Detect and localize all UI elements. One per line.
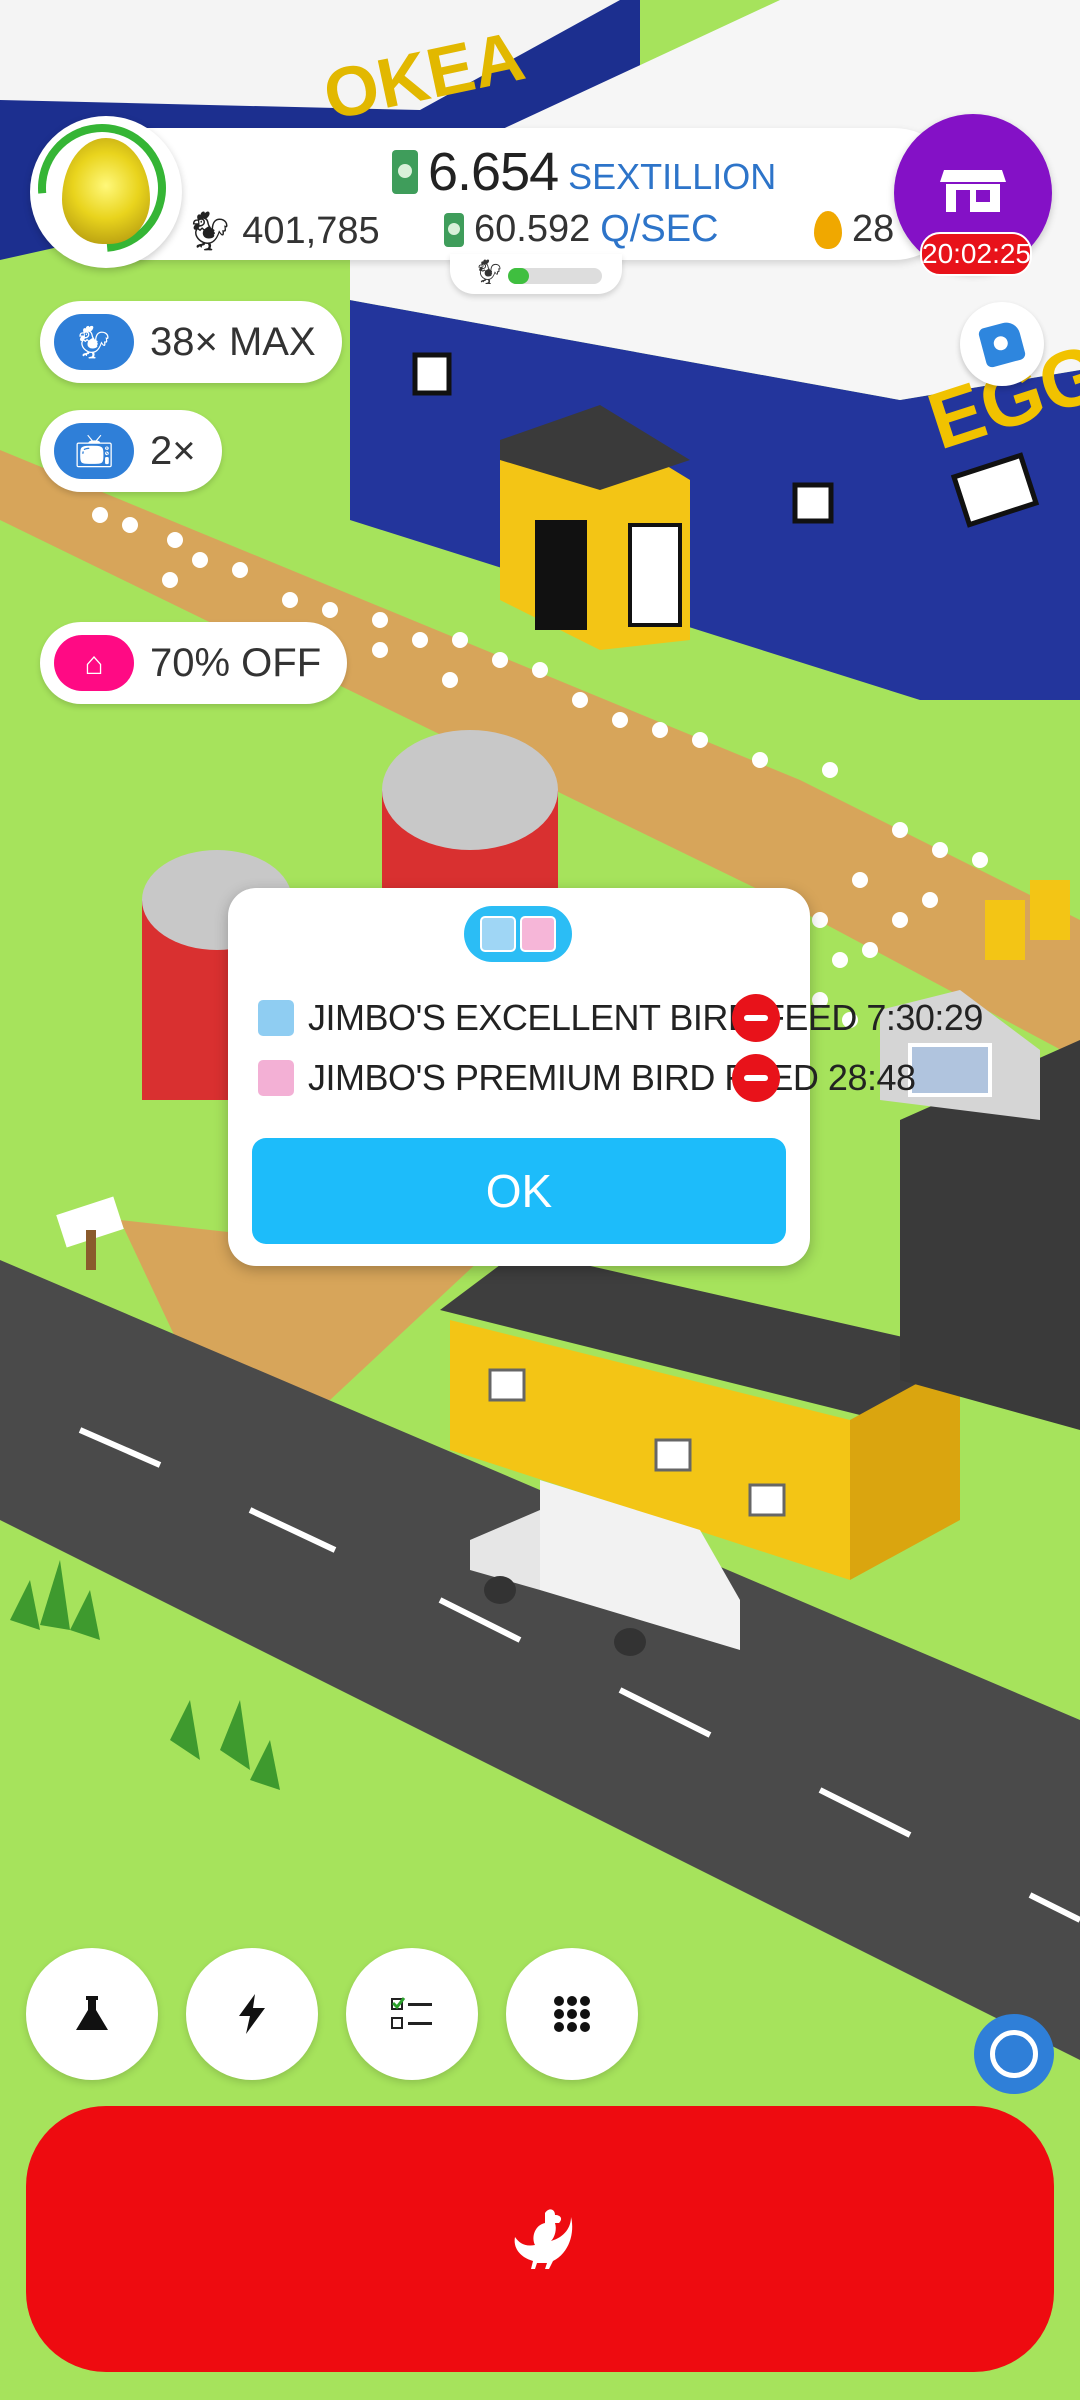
chicken-count: 401,785 — [242, 210, 380, 252]
house-icon: ⌂ — [54, 635, 134, 691]
feed-bag-blue-icon — [480, 916, 516, 952]
shop-timer: 20:02:25 — [920, 232, 1032, 276]
chicken-icon: 🐓︎ — [186, 210, 235, 253]
money-display: 6.654 SEXTILLION — [392, 140, 776, 204]
missions-button[interactable] — [346, 1948, 478, 2080]
cash-icon — [392, 150, 418, 194]
habitat-progress-track — [508, 268, 602, 284]
boost-pill-label: 70% OFF — [150, 640, 322, 685]
feed-bag-blue-icon — [258, 1000, 294, 1036]
lightning-icon — [239, 1994, 265, 2034]
chicken-icon: 🐓︎ — [474, 259, 505, 286]
boost-bags-icon — [464, 906, 572, 962]
camera-toggle-button[interactable] — [974, 2014, 1054, 2094]
boost-pill-video[interactable]: 📺︎ 2× — [40, 410, 222, 492]
habitat-progress-tab[interactable]: 🐓︎ — [450, 254, 622, 294]
menu-button[interactable] — [506, 1948, 638, 2080]
boost-row: JIMBO'S EXCELLENT BIRD FEED 7:30:29 — [258, 994, 983, 1042]
chicken-icon — [514, 2209, 573, 2269]
golden-egg-display[interactable]: 28 — [814, 208, 894, 251]
boost-pill-label: 2× — [150, 428, 196, 473]
ok-button[interactable]: OK — [252, 1138, 786, 1244]
money-value: 6.654 — [428, 142, 559, 202]
rate-value: 60.592 — [474, 208, 591, 250]
money-unit: SEXTILLION — [568, 156, 777, 197]
checklist-icon — [391, 1997, 432, 2029]
sale-tag-button[interactable] — [960, 302, 1044, 386]
grid-menu-icon — [554, 1996, 590, 2032]
price-tag-icon — [977, 319, 1027, 369]
remove-boost-button[interactable] — [732, 1054, 780, 1102]
hatch-chicken-button[interactable] — [26, 2106, 1054, 2372]
egg-type-button[interactable] — [11, 97, 193, 279]
chicken-count-display: 🐓︎ 401,785 — [186, 210, 380, 253]
remove-boost-button[interactable] — [732, 994, 780, 1042]
feed-bag-pink-icon — [258, 1060, 294, 1096]
boost-pill-chicken[interactable]: 🐓︎ 38× MAX — [40, 301, 342, 383]
boost-pill-sale[interactable]: ⌂ 70% OFF — [40, 622, 348, 704]
boost-pill-label: 38× MAX — [150, 319, 316, 364]
habitat-progress-fill — [508, 268, 529, 284]
boost-label: JIMBO'S PREMIUM BIRD FEED 28:48 — [308, 1057, 916, 1098]
feed-bag-pink-icon — [520, 916, 556, 952]
golden-egg-count: 28 — [852, 208, 895, 250]
income-rate: 60.592 Q/SEC — [444, 208, 718, 251]
boosts-button[interactable] — [186, 1948, 318, 2080]
research-button[interactable] — [26, 1948, 158, 2080]
rate-unit: Q/SEC — [600, 208, 719, 250]
flask-icon — [76, 1996, 108, 2030]
chicken-icon: 🐓︎ — [54, 314, 134, 370]
golden-egg-icon — [814, 210, 842, 249]
tv-icon: 📺︎ — [54, 423, 134, 479]
store-icon — [940, 170, 1006, 212]
cash-icon — [444, 212, 464, 247]
boost-label: JIMBO'S EXCELLENT BIRD FEED 7:30:29 — [308, 997, 983, 1038]
boost-row: JIMBO'S PREMIUM BIRD FEED 28:48 — [258, 1054, 916, 1102]
